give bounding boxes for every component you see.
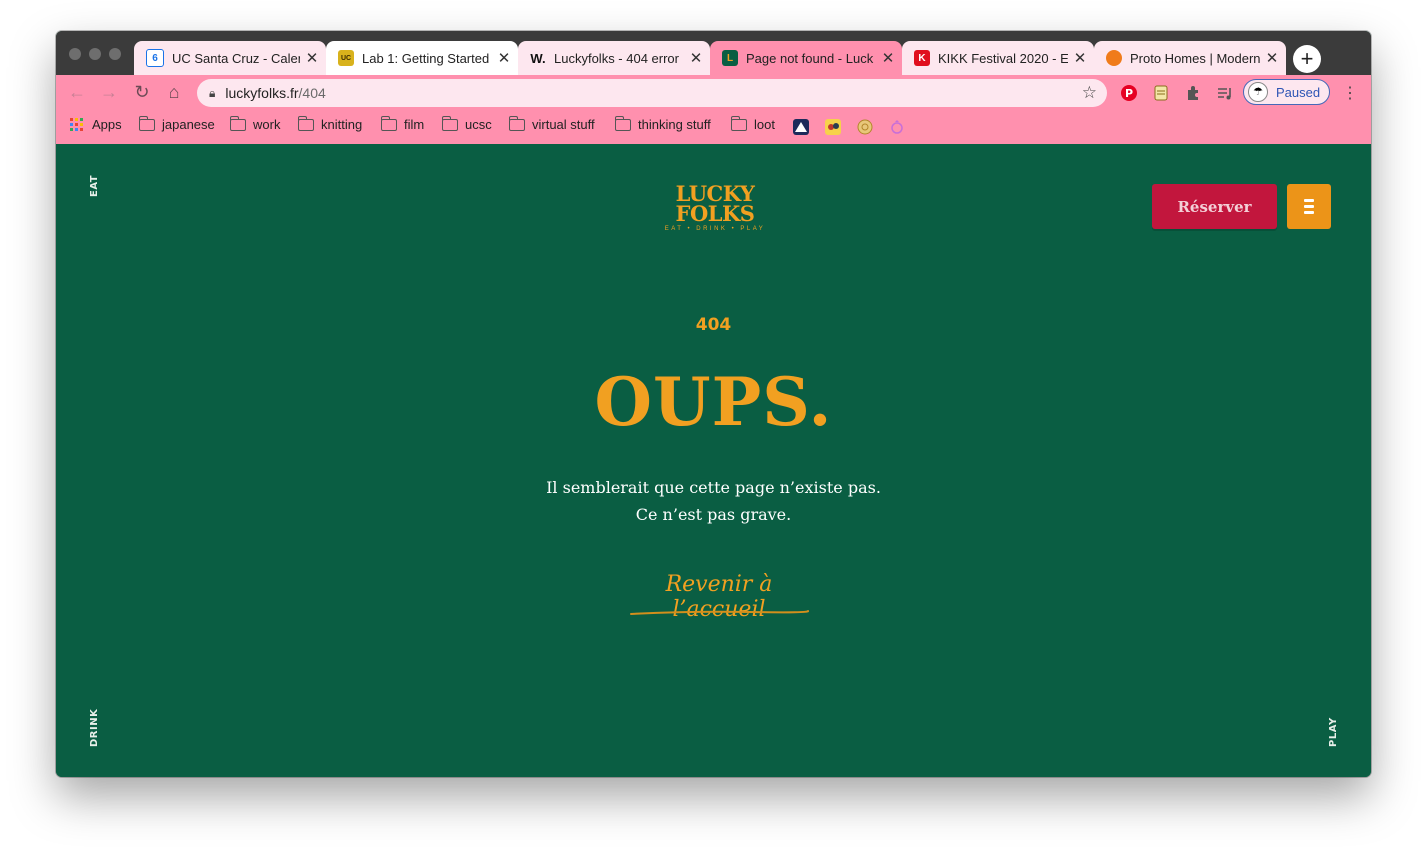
calendar-icon: 6 [146, 49, 164, 67]
tab-title: Lab 1: Getting Started [362, 50, 490, 66]
home-icon[interactable]: ⌂ [163, 82, 185, 103]
tab-luckyfolks-404[interactable]: W. Luckyfolks - 404 error ✕ [518, 41, 710, 75]
svg-text:P: P [1125, 87, 1133, 100]
forward-arrow-icon[interactable]: → [98, 82, 120, 103]
address-bar[interactable]: 🔒︎ luckyfolks.fr/404 ☆ [197, 79, 1107, 107]
tab-title: Proto Homes | Modern [1130, 50, 1260, 66]
maximize-window-button[interactable] [109, 48, 121, 60]
folder-icon [730, 115, 747, 131]
folder-icon [138, 115, 155, 131]
page-content: EAT DRINK PLAY LUCKY FOLKS EAT • DRINK •… [56, 144, 1371, 777]
minimize-window-button[interactable] [89, 48, 101, 60]
extensions-puzzle-icon[interactable] [1184, 84, 1202, 102]
tab-title: Page not found - Luck [746, 50, 874, 66]
luckyfolks-icon: L [722, 50, 738, 66]
luckyfolks-logo[interactable]: LUCKY FOLKS EAT • DRINK • PLAY [663, 183, 767, 232]
bookmark-loot[interactable]: loot [730, 115, 775, 132]
url-text: luckyfolks.fr/404 [225, 85, 326, 101]
lock-icon: 🔒︎ [209, 85, 216, 100]
close-icon[interactable]: ✕ [688, 49, 704, 67]
error-code: 404 [695, 315, 732, 335]
bookmark-label: knitting [321, 117, 363, 132]
browser-window: 6 UC Santa Cruz - Calen ✕ UC Lab 1: Gett… [56, 31, 1371, 777]
bookmark-mountain-icon[interactable] [793, 119, 809, 135]
pinterest-icon[interactable]: P [1120, 84, 1138, 102]
folder-icon [297, 115, 314, 131]
close-icon[interactable]: ✕ [880, 49, 896, 67]
bookmark-thinking-stuff[interactable]: thinking stuff [614, 115, 711, 132]
extension-notes-icon[interactable] [1152, 84, 1170, 102]
bookmark-knitting[interactable]: knitting [297, 115, 363, 132]
bookmark-seal-icon[interactable] [857, 119, 873, 135]
folder-icon [508, 115, 525, 131]
profile-status: Paused [1276, 84, 1321, 100]
new-tab-button[interactable]: + [1293, 45, 1321, 73]
tab-kikk-festival[interactable]: K KIKK Festival 2020 - E ✕ [902, 41, 1094, 75]
bookmark-label: film [404, 117, 425, 132]
bookmark-ring-icon[interactable] [889, 119, 905, 135]
star-icon[interactable]: ☆ [1082, 83, 1097, 103]
tab-title: UC Santa Cruz - Calen [172, 50, 300, 66]
bookmark-apps[interactable]: Apps [70, 117, 122, 132]
profile-paused-button[interactable]: ☂ Paused [1243, 79, 1330, 105]
media-queue-icon[interactable] [1216, 84, 1234, 102]
tab-proto-homes[interactable]: Proto Homes | Modern ✕ [1094, 41, 1286, 75]
w-icon: W. [530, 50, 546, 66]
error-message: Il semblerait que cette page n’existe pa… [56, 474, 1371, 528]
reload-icon[interactable]: ↻ [131, 82, 153, 103]
bookmark-work[interactable]: work [229, 115, 281, 132]
bookmark-label: loot [754, 117, 775, 132]
bookmark-label: work [253, 117, 281, 132]
close-icon[interactable]: ✕ [304, 49, 320, 67]
close-window-button[interactable] [69, 48, 81, 60]
bookmark-film[interactable]: film [380, 115, 425, 132]
bookmark-label: ucsc [465, 117, 492, 132]
proto-icon [1106, 50, 1122, 66]
tab-page-not-found[interactable]: L Page not found - Luck ✕ [710, 41, 902, 75]
tab-title: KIKK Festival 2020 - E [938, 50, 1068, 66]
back-link-underline [630, 610, 810, 615]
bookmarks-bar: Apps japanese work knitting film ucsc vi… [56, 111, 1371, 144]
side-label-drink: DRINK [89, 708, 100, 747]
logo-line-2: FOLKS [675, 201, 755, 226]
bookmark-label: Apps [92, 117, 122, 132]
close-icon[interactable]: ✕ [1072, 49, 1088, 67]
bookmark-label: thinking stuff [638, 117, 711, 132]
folder-icon [441, 115, 458, 131]
avatar: ☂ [1248, 82, 1268, 102]
error-headline: OUPS. [594, 363, 833, 441]
tab-strip: 6 UC Santa Cruz - Calen ✕ UC Lab 1: Gett… [56, 31, 1371, 75]
tab-uc-santa-cruz[interactable]: 6 UC Santa Cruz - Calen ✕ [134, 41, 326, 75]
apps-grid-icon [70, 118, 83, 131]
folder-icon [229, 115, 246, 131]
tab-title: Luckyfolks - 404 error [554, 50, 679, 66]
bookmark-japanese[interactable]: japanese [138, 115, 215, 132]
ucsc-icon: UC [338, 50, 354, 66]
kikk-icon: K [914, 50, 930, 66]
logo-tagline: EAT • DRINK • PLAY [664, 226, 766, 232]
error-message-line-1: Il semblerait que cette page n’existe pa… [546, 478, 881, 497]
folder-icon [614, 115, 631, 131]
tab-lab-1[interactable]: UC Lab 1: Getting Started ✕ [326, 41, 518, 75]
more-menu-icon[interactable]: ⋮ [1342, 83, 1358, 103]
browser-toolbar: ← → ↻ ⌂ 🔒︎ luckyfolks.fr/404 ☆ P ☂ Pause… [56, 75, 1371, 111]
bookmark-label: virtual stuff [532, 117, 595, 132]
close-icon[interactable]: ✕ [1264, 49, 1280, 67]
bookmark-virtual-stuff[interactable]: virtual stuff [508, 115, 595, 132]
back-arrow-icon[interactable]: ← [66, 82, 88, 103]
close-icon[interactable]: ✕ [496, 49, 512, 67]
side-label-eat: EAT [89, 174, 100, 197]
bookmark-label: japanese [162, 117, 215, 132]
folder-icon [380, 115, 397, 131]
hamburger-menu-icon[interactable] [1287, 184, 1331, 229]
error-message-line-2: Ce n’est pas grave. [635, 505, 792, 524]
bookmark-comic-icon[interactable] [825, 119, 841, 135]
side-label-play: PLAY [1328, 717, 1339, 747]
reserve-button[interactable]: Réserver [1152, 184, 1277, 229]
bookmark-ucsc[interactable]: ucsc [441, 115, 492, 132]
